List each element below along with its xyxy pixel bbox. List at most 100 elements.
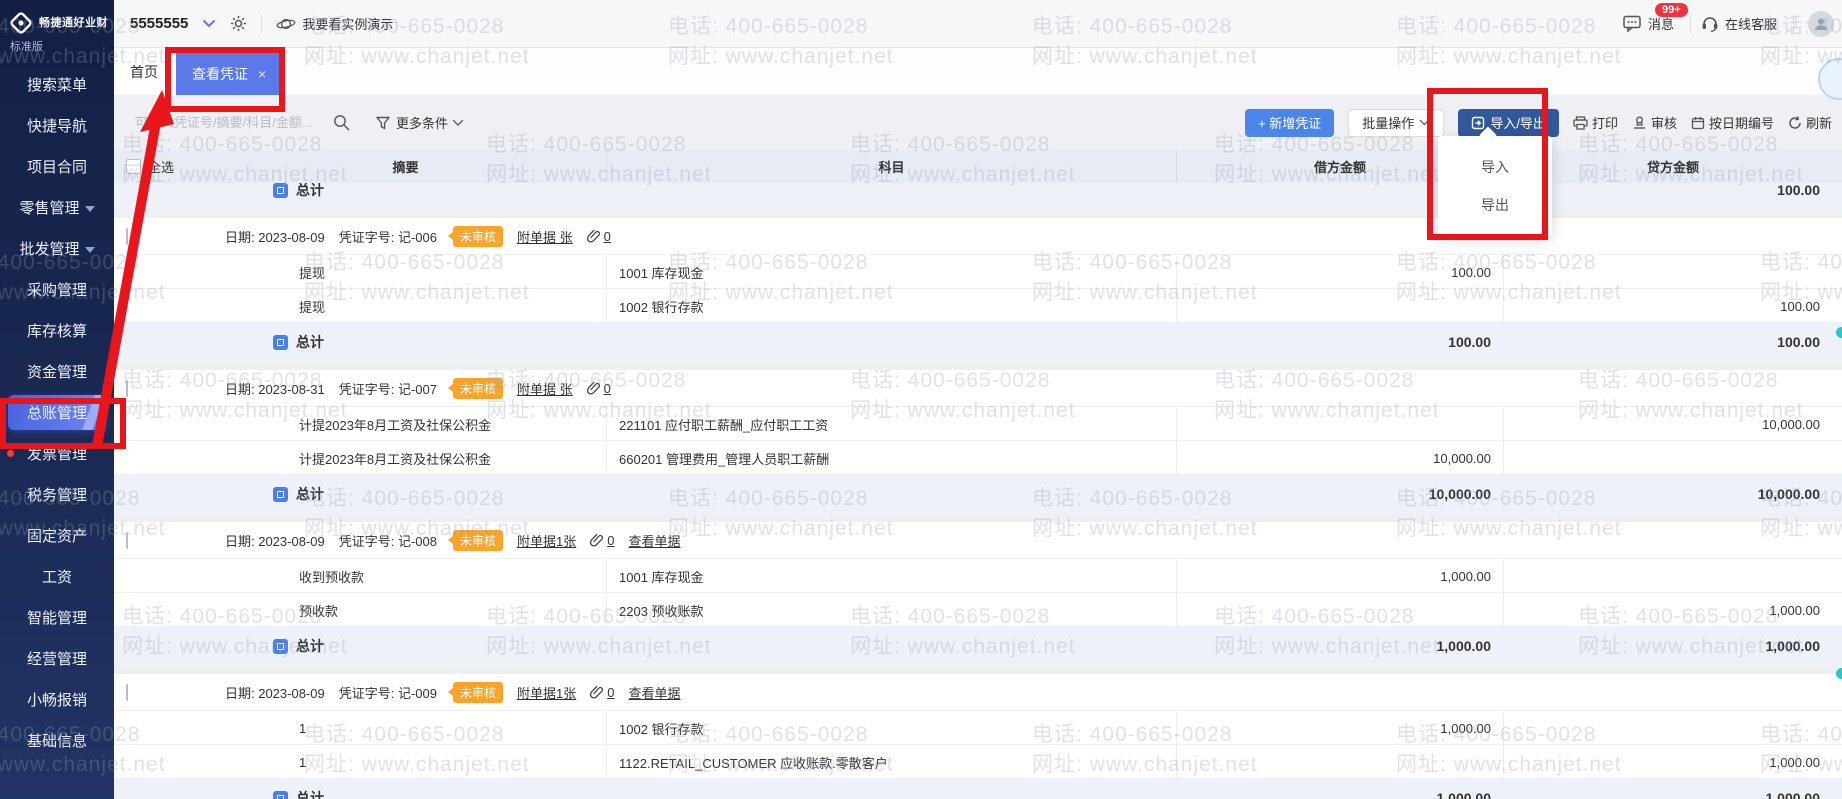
add-voucher-button[interactable]: + 新增凭证 xyxy=(1245,109,1334,137)
tab-view-voucher[interactable]: 查看凭证 × xyxy=(176,53,282,95)
support-label[interactable]: 在线客服 xyxy=(1725,14,1777,33)
sidebar-item-工资[interactable]: 工资 xyxy=(0,556,114,597)
sidebar-item-批发管理[interactable]: 批发管理 xyxy=(0,228,114,269)
view-document-link[interactable]: 查看单据 xyxy=(628,683,680,702)
chevron-down-icon[interactable] xyxy=(202,19,216,29)
sidebar-item-快捷导航[interactable]: 快捷导航 xyxy=(0,105,114,146)
sidebar-item-label: 税务管理 xyxy=(27,484,87,505)
sidebar-item-小畅报销[interactable]: 小畅报销 xyxy=(0,679,114,720)
sidebar-item-资金管理[interactable]: 资金管理 xyxy=(0,351,114,392)
import-export-button[interactable]: 导入/导出 xyxy=(1458,109,1559,137)
entry-debit: 1,000.00 xyxy=(1176,711,1503,745)
attachment-link[interactable]: 附单据 张 xyxy=(517,227,573,246)
scroll-indicator-dot xyxy=(1836,668,1842,679)
sidebar-item-label: 总账管理 xyxy=(27,402,87,423)
column-header-summary: 摘要 xyxy=(205,157,606,176)
demo-planet-icon[interactable] xyxy=(276,16,296,32)
tab-home[interactable]: 首页 xyxy=(114,48,176,95)
row-checkbox[interactable] xyxy=(126,684,128,701)
entry-account: 221101 应付职工薪酬_应付职工工资 xyxy=(606,407,1176,441)
attachment-link[interactable]: 附单据1张 xyxy=(517,683,576,702)
row-checkbox[interactable] xyxy=(126,532,128,549)
voucher-entry-row: 计提2023年8月工资及社保公积金221101 应付职工薪酬_应付职工工资 10,… xyxy=(114,406,1842,440)
batch-actions-button[interactable]: 批量操作 xyxy=(1348,109,1444,137)
attachment-count[interactable]: 0 xyxy=(607,685,614,700)
print-button[interactable]: 打印 xyxy=(1573,113,1618,132)
tab-close-icon[interactable]: × xyxy=(258,66,266,82)
sidebar-item-label: 批发管理 xyxy=(19,238,79,259)
messages-button[interactable]: 消息 99+ xyxy=(1623,14,1674,33)
sidebar-item-项目合同[interactable]: 项目合同 xyxy=(0,146,114,187)
sidebar-item-经营管理[interactable]: 经营管理 xyxy=(0,638,114,679)
account-number: 5555555 xyxy=(130,15,188,32)
sidebar-item-发票管理[interactable]: 发票管理 xyxy=(0,433,114,474)
entry-credit xyxy=(1503,711,1842,745)
voucher-group-header: 日期: 2023-08-31凭证字号: 记-007未审核附单据 张0 xyxy=(114,370,1842,406)
import-export-label: 导入/导出 xyxy=(1490,113,1546,132)
paperclip-icon xyxy=(590,685,603,699)
voucher-entry-row: 11122.RETAIL_CUSTOMER 应收账款.零散客户1,000.00 xyxy=(114,744,1842,778)
import-export-icon xyxy=(1471,116,1485,130)
sidebar-item-采购管理[interactable]: 采购管理 xyxy=(0,269,114,310)
paperclip-icon xyxy=(587,229,600,243)
demo-link[interactable]: 我要看实例演示 xyxy=(302,14,393,33)
sidebar-item-总账管理[interactable]: 总账管理 xyxy=(8,395,106,430)
headset-icon[interactable] xyxy=(1701,15,1719,32)
entry-summary: 提现 xyxy=(205,255,606,289)
entry-account: 1001 库存现金 xyxy=(606,255,1176,289)
sidebar-item-基础信息[interactable]: 基础信息 xyxy=(0,720,114,761)
row-checkbox[interactable] xyxy=(126,380,128,397)
app-window: 畅捷通好业财 标准版 搜索菜单快捷导航项目合同零售管理批发管理采购管理库存核算资… xyxy=(0,0,1842,799)
menu-item-export[interactable]: 导出 xyxy=(1438,186,1552,224)
attachment-count[interactable]: 0 xyxy=(607,533,614,548)
sidebar-item-零售管理[interactable]: 零售管理 xyxy=(0,187,114,228)
attachment-count[interactable]: 0 xyxy=(604,229,611,244)
voucher-group: 日期: 2023-08-31凭证字号: 记-007未审核附单据 张0计提2023… xyxy=(114,370,1842,514)
chevron-down-icon[interactable] xyxy=(452,119,464,127)
sidebar-item-label: 工资 xyxy=(42,566,72,587)
select-all-checkbox[interactable] xyxy=(126,159,141,174)
entry-debit xyxy=(1176,407,1503,441)
sidebar-item-label: 零售管理 xyxy=(19,197,79,218)
entry-credit: 10,000.00 xyxy=(1503,407,1842,441)
search-icon[interactable] xyxy=(333,114,350,131)
gear-icon[interactable] xyxy=(230,15,247,32)
total-icon xyxy=(273,335,288,350)
search-input[interactable] xyxy=(135,115,325,130)
audit-button[interactable]: 审核 xyxy=(1632,113,1677,132)
voucher-group-header: 日期: 2023-08-09凭证字号: 记-006未审核附单据 张0 xyxy=(114,218,1842,254)
sidebar-item-智能管理[interactable]: 智能管理 xyxy=(0,597,114,638)
filter-funnel-icon[interactable] xyxy=(376,116,390,130)
attachment-link[interactable]: 附单据1张 xyxy=(517,531,576,550)
sidebar-item-固定资产[interactable]: 固定资产 xyxy=(0,515,114,556)
select-all-label: 全选 xyxy=(148,157,174,176)
entry-account: 2203 预收账款 xyxy=(606,593,1176,627)
sidebar-item-搜索菜单[interactable]: 搜索菜单 xyxy=(0,64,114,105)
attachment-count[interactable]: 0 xyxy=(604,381,611,396)
user-avatar[interactable] xyxy=(1808,11,1834,37)
number-by-date-button[interactable]: 按日期编号 xyxy=(1691,113,1774,132)
select-all[interactable]: 全选 xyxy=(114,157,205,176)
row-checkbox[interactable] xyxy=(126,228,128,245)
voucher-group: 日期: 2023-08-09凭证字号: 记-008未审核附单据1张0查看单据收到… xyxy=(114,522,1842,666)
voucher-entry-row: 预收款2203 预收账款1,000.00 xyxy=(114,592,1842,626)
menu-item-import[interactable]: 导入 xyxy=(1438,148,1552,186)
entry-summary: 计提2023年8月工资及社保公积金 xyxy=(205,407,606,441)
view-document-link[interactable]: 查看单据 xyxy=(628,531,680,550)
voucher-date: 日期: 2023-08-09 xyxy=(225,531,325,550)
entry-debit: 10,000.00 xyxy=(1176,441,1503,475)
refresh-button[interactable]: 刷新 xyxy=(1788,113,1832,132)
paperclip-icon xyxy=(587,381,600,395)
total-icon xyxy=(273,183,288,198)
topbar: 5555555 我要看实例演示 消息 99+ 在线客服 xyxy=(114,0,1842,48)
voucher-entry-row: 收到预收款1001 库存现金1,000.00 xyxy=(114,558,1842,592)
sidebar-item-税务管理[interactable]: 税务管理 xyxy=(0,474,114,515)
attachment-link[interactable]: 附单据 张 xyxy=(517,379,573,398)
voucher-group-header: 日期: 2023-08-09凭证字号: 记-009未审核附单据1张0查看单据 xyxy=(114,674,1842,710)
entry-credit: 1,000.00 xyxy=(1503,593,1842,627)
topbar-divider xyxy=(1690,15,1691,33)
main-content: 更多条件 + 新增凭证 批量操作 导入/导出 打印 xyxy=(114,95,1842,799)
more-filters-label[interactable]: 更多条件 xyxy=(396,113,448,132)
entry-debit: 1,000.00 xyxy=(1176,559,1503,593)
sidebar-item-库存核算[interactable]: 库存核算 xyxy=(0,310,114,351)
